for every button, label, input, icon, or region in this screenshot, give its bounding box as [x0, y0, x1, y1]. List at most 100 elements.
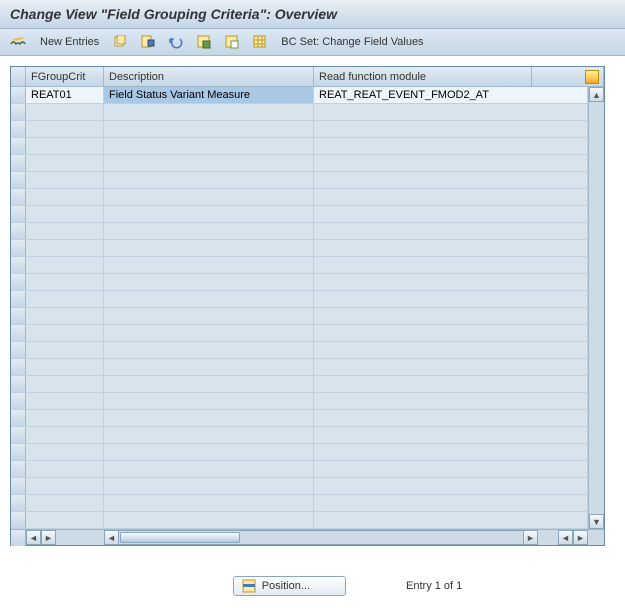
cell-empty[interactable] [314, 257, 588, 273]
cell-empty[interactable] [314, 138, 588, 154]
row-handle[interactable] [11, 393, 26, 409]
cell-empty[interactable] [104, 240, 314, 256]
cell-empty[interactable] [104, 393, 314, 409]
cell-empty[interactable] [26, 240, 104, 256]
row-handle[interactable] [11, 87, 26, 103]
cell-empty[interactable] [314, 121, 588, 137]
cell-empty[interactable] [314, 240, 588, 256]
cell-empty[interactable] [104, 274, 314, 290]
row-handle[interactable] [11, 478, 26, 494]
cell-empty[interactable] [104, 427, 314, 443]
col-header-description[interactable]: Description [104, 67, 314, 86]
cell-empty[interactable] [104, 155, 314, 171]
cell-fgroupcrit[interactable]: REAT01 [26, 87, 104, 103]
cell-empty[interactable] [26, 444, 104, 460]
delete-button[interactable] [137, 33, 159, 51]
cell-description[interactable]: Field Status Variant Measure [104, 87, 314, 103]
cell-empty[interactable] [26, 206, 104, 222]
cell-empty[interactable] [26, 138, 104, 154]
cell-empty[interactable] [314, 444, 588, 460]
scroll-up-button[interactable]: ▲ [589, 87, 604, 102]
table-row[interactable]: REAT01Field Status Variant MeasureREAT_R… [11, 87, 588, 104]
cell-empty[interactable] [314, 342, 588, 358]
table-row-empty[interactable] [11, 240, 588, 257]
new-entries-button[interactable]: New Entries [36, 34, 103, 50]
toggle-button[interactable] [6, 34, 30, 50]
row-handle[interactable] [11, 257, 26, 273]
cell-empty[interactable] [104, 478, 314, 494]
table-row-empty[interactable] [11, 376, 588, 393]
hscroll-track[interactable] [119, 530, 523, 545]
cell-empty[interactable] [26, 342, 104, 358]
cell-empty[interactable] [314, 376, 588, 392]
cell-empty[interactable] [314, 274, 588, 290]
table-row-empty[interactable] [11, 342, 588, 359]
undo-button[interactable] [165, 33, 187, 51]
row-handle[interactable] [11, 427, 26, 443]
cell-empty[interactable] [26, 376, 104, 392]
col-header-config[interactable] [532, 67, 604, 86]
table-row-empty[interactable] [11, 121, 588, 138]
cell-empty[interactable] [104, 121, 314, 137]
row-handle[interactable] [11, 189, 26, 205]
cell-empty[interactable] [314, 172, 588, 188]
hscroll3-left[interactable]: ◄ [558, 530, 573, 545]
cell-empty[interactable] [26, 359, 104, 375]
hscroll1-right[interactable]: ► [41, 530, 56, 545]
row-handle[interactable] [11, 461, 26, 477]
row-handle[interactable] [11, 172, 26, 188]
cell-empty[interactable] [104, 342, 314, 358]
hscroll3-right[interactable]: ► [573, 530, 588, 545]
cell-empty[interactable] [26, 461, 104, 477]
position-button[interactable]: Position... [233, 576, 346, 596]
cell-empty[interactable] [26, 427, 104, 443]
row-handle[interactable] [11, 410, 26, 426]
hscroll2-right[interactable]: ► [523, 530, 538, 545]
cell-empty[interactable] [104, 461, 314, 477]
row-handle[interactable] [11, 376, 26, 392]
row-handle[interactable] [11, 104, 26, 120]
row-handle[interactable] [11, 512, 26, 528]
copy-button[interactable] [109, 33, 131, 51]
table-row-empty[interactable] [11, 478, 588, 495]
cell-empty[interactable] [314, 325, 588, 341]
cell-empty[interactable] [314, 393, 588, 409]
table-row-empty[interactable] [11, 172, 588, 189]
cell-empty[interactable] [26, 155, 104, 171]
row-handle[interactable] [11, 206, 26, 222]
cell-empty[interactable] [314, 478, 588, 494]
cell-empty[interactable] [314, 189, 588, 205]
table-row-empty[interactable] [11, 155, 588, 172]
cell-empty[interactable] [26, 325, 104, 341]
table-row-empty[interactable] [11, 393, 588, 410]
row-handle[interactable] [11, 444, 26, 460]
row-handle[interactable] [11, 240, 26, 256]
cell-empty[interactable] [314, 495, 588, 511]
row-handle[interactable] [11, 325, 26, 341]
cell-empty[interactable] [104, 189, 314, 205]
cell-empty[interactable] [26, 189, 104, 205]
cell-empty[interactable] [26, 104, 104, 120]
cell-empty[interactable] [104, 308, 314, 324]
table-row-empty[interactable] [11, 512, 588, 529]
table-row-empty[interactable] [11, 291, 588, 308]
row-handle[interactable] [11, 274, 26, 290]
cell-empty[interactable] [314, 206, 588, 222]
table-row-empty[interactable] [11, 223, 588, 240]
table-row-empty[interactable] [11, 444, 588, 461]
table-row-empty[interactable] [11, 206, 588, 223]
row-handle[interactable] [11, 308, 26, 324]
cell-empty[interactable] [104, 512, 314, 528]
cell-empty[interactable] [26, 308, 104, 324]
cell-empty[interactable] [314, 308, 588, 324]
cell-empty[interactable] [314, 427, 588, 443]
table-row-empty[interactable] [11, 461, 588, 478]
cell-empty[interactable] [26, 172, 104, 188]
cell-empty[interactable] [104, 172, 314, 188]
row-handle[interactable] [11, 291, 26, 307]
cell-empty[interactable] [26, 512, 104, 528]
cell-empty[interactable] [26, 121, 104, 137]
cell-empty[interactable] [104, 410, 314, 426]
bc-set-button[interactable]: BC Set: Change Field Values [277, 34, 427, 50]
vscroll-track[interactable] [589, 102, 604, 514]
